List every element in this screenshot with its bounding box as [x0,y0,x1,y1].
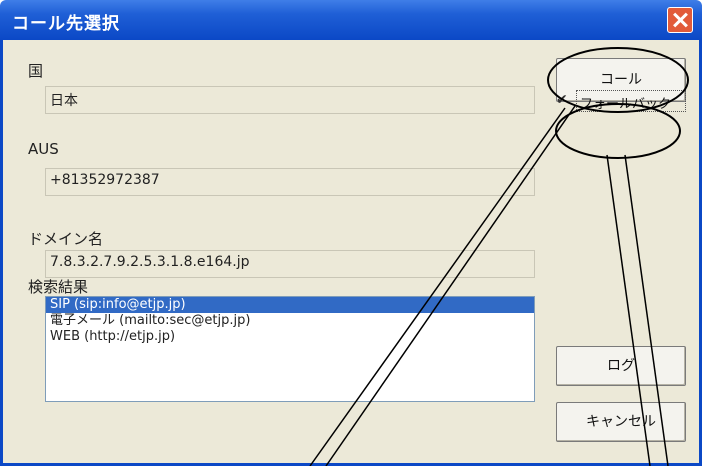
list-item[interactable]: 電子メール (mailto:sec@etjp.jp) [46,313,534,329]
domain-field[interactable]: 7.8.3.2.7.9.2.5.3.1.8.e164.jp [45,250,535,278]
window-title: コール先選択 [12,14,120,34]
title-bar[interactable]: コール先選択 [0,0,702,40]
log-button[interactable]: ログ [556,346,686,386]
cancel-button[interactable]: キャンセル [556,402,686,442]
country-field[interactable]: 日本 [45,86,535,114]
list-item[interactable]: WEB (http://etjp.jp) [46,329,534,345]
fallback-label[interactable]: フォールバック [576,90,686,112]
close-icon[interactable] [667,7,693,33]
results-label: 検索結果 [28,278,89,296]
country-label: 国 [28,62,44,80]
list-item[interactable]: SIP (sip:info@etjp.jp) [46,297,534,313]
fallback-checkbox[interactable]: ✔ [556,92,572,108]
search-results-list[interactable]: SIP (sip:info@etjp.jp) 電子メール (mailto:sec… [45,296,535,402]
aus-field[interactable]: +81352972387 [45,168,535,196]
aus-label: AUS [28,140,59,158]
domain-label: ドメイン名 [28,230,104,248]
call-destination-dialog: コール先選択 国 日本 AUS +81352972387 ドメイン名 7.8.3… [0,0,702,466]
